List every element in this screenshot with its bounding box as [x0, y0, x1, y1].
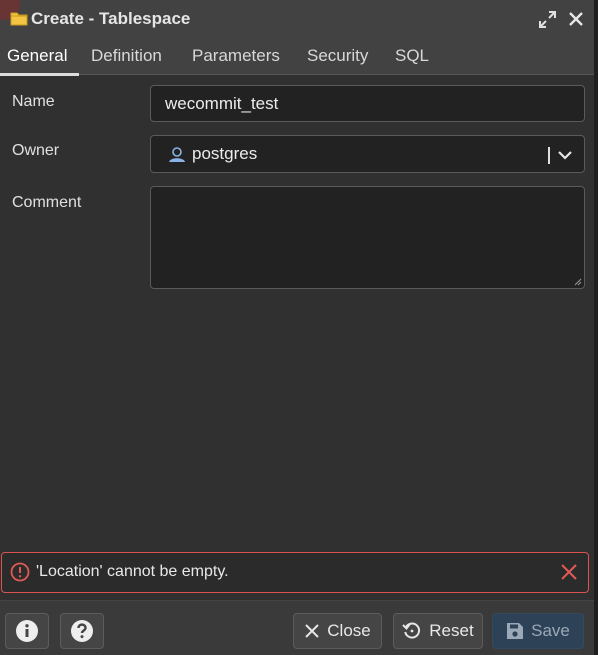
- close-icon: [305, 624, 319, 638]
- name-input[interactable]: wecommit_test: [150, 85, 585, 122]
- folder-icon: [10, 12, 28, 26]
- error-text: 'Location' cannot be empty.: [36, 563, 229, 580]
- expand-icon: [538, 10, 556, 28]
- help-icon: [71, 620, 93, 642]
- comment-textarea[interactable]: [150, 186, 585, 289]
- tab-parameters[interactable]: Parameters: [185, 38, 287, 75]
- info-button[interactable]: [5, 613, 49, 649]
- resize-grip-icon[interactable]: [574, 278, 582, 286]
- close-button[interactable]: Close: [293, 613, 382, 649]
- close-icon: [569, 12, 583, 26]
- user-icon: [169, 147, 185, 162]
- owner-select[interactable]: postgres: [150, 135, 585, 173]
- create-tablespace-dialog: Create - Tablespace General Definition P…: [0, 0, 594, 655]
- tab-security[interactable]: Security: [300, 38, 375, 75]
- reset-icon: [402, 622, 421, 639]
- close-icon[interactable]: [560, 563, 578, 581]
- close-button-label: Close: [327, 621, 371, 640]
- tab-general[interactable]: General: [0, 38, 79, 76]
- save-icon: [507, 623, 524, 639]
- help-button[interactable]: [60, 613, 104, 649]
- tab-definition[interactable]: Definition: [84, 38, 169, 75]
- tab-sql[interactable]: SQL: [388, 38, 436, 75]
- tab-bar: General Definition Parameters Security S…: [0, 38, 594, 76]
- maximize-button[interactable]: [537, 9, 557, 29]
- error-message-bar: 'Location' cannot be empty.: [1, 552, 589, 593]
- reset-button-label: Reset: [429, 621, 474, 640]
- info-icon: [16, 620, 38, 642]
- save-button[interactable]: Save: [492, 613, 584, 649]
- owner-label: Owner: [12, 142, 60, 159]
- chevron-down-icon[interactable]: [557, 148, 573, 162]
- save-button-label: Save: [531, 621, 570, 640]
- close-dialog-button[interactable]: [566, 9, 586, 29]
- reset-button[interactable]: Reset: [393, 613, 483, 649]
- owner-value: postgres: [192, 144, 258, 163]
- dialog-title: Create - Tablespace: [31, 9, 191, 28]
- error-icon: [10, 562, 30, 582]
- comment-label: Comment: [12, 194, 82, 211]
- select-separator: [548, 147, 550, 164]
- dialog-footer: Close Reset Save: [0, 600, 594, 655]
- name-label: Name: [12, 93, 55, 110]
- window-edge: [594, 0, 598, 655]
- title-bar[interactable]: Create - Tablespace: [0, 0, 594, 38]
